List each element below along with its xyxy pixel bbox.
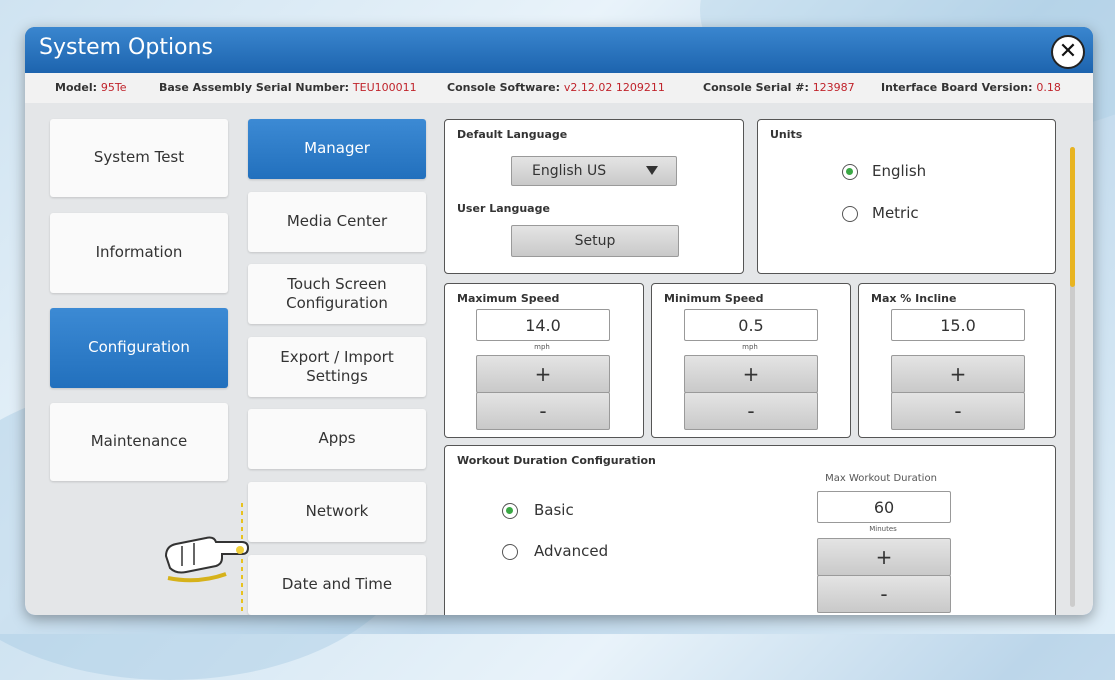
nav-information[interactable]: Information [50,213,228,293]
title-bar: System Options ✕ [25,27,1093,73]
maximum-speed-label: Maximum Speed [457,292,560,305]
base-serial-value: TEU100011 [352,81,417,94]
maximum-speed-value[interactable]: 14.0 [476,309,610,341]
interface-board-value: 0.18 [1036,81,1061,94]
subnav-network[interactable]: Network [248,482,426,542]
close-button[interactable]: ✕ [1051,35,1085,69]
units-english-radio[interactable] [842,164,858,180]
default-language-dropdown[interactable]: English US [511,156,677,186]
max-incline-minus-button[interactable]: - [891,392,1025,430]
hand-pointer-icon [160,498,250,615]
workout-basic-label: Basic [534,501,574,519]
workout-advanced-label: Advanced [534,542,609,560]
scrollbar-thumb[interactable] [1070,147,1075,287]
subnav-manager[interactable]: Manager [248,119,426,179]
maximum-speed-unit: mph [534,343,550,351]
max-workout-duration-value[interactable]: 60 [817,491,951,523]
setup-button[interactable]: Setup [511,225,679,257]
base-serial-label: Base Assembly Serial Number: [159,81,350,94]
workout-advanced-radio[interactable] [502,544,518,560]
subnav-touch-screen-configuration[interactable]: Touch Screen Configuration [248,264,426,324]
subnav-export-import-settings[interactable]: Export / Import Settings [248,337,426,397]
console-serial-label: Console Serial #: [703,81,809,94]
workout-duration-plus-button[interactable]: + [817,538,951,576]
max-incline-panel: Max % Incline 15.0 + - [858,283,1056,438]
nav-configuration[interactable]: Configuration [50,308,228,388]
system-options-window: System Options ✕ Model: 95Te Base Assemb… [25,27,1093,615]
minimum-speed-label: Minimum Speed [664,292,764,305]
content-scrollbar[interactable] [1070,147,1075,607]
subnav-media-center[interactable]: Media Center [248,192,426,252]
nav-system-test[interactable]: System Test [50,119,228,197]
max-incline-label: Max % Incline [871,292,957,305]
content-area: System Test Information Configuration Ma… [25,103,1093,615]
interface-board-info: Interface Board Version: 0.18 [881,81,1061,94]
interface-board-label: Interface Board Version: [881,81,1033,94]
model-info: Model: 95Te [55,81,126,94]
console-software-value: v2.12.02 1209211 [563,81,665,94]
units-label: Units [770,128,803,141]
console-serial-info: Console Serial #: 123987 [703,81,855,94]
close-icon: ✕ [1058,39,1078,64]
minimum-speed-minus-button[interactable]: - [684,392,818,430]
default-language-value: English US [532,163,607,179]
units-metric-radio[interactable] [842,206,858,222]
triangle-down-icon [646,166,658,175]
nav-maintenance[interactable]: Maintenance [50,403,228,481]
minimum-speed-unit: mph [742,343,758,351]
max-incline-plus-button[interactable]: + [891,355,1025,393]
model-value: 95Te [100,81,127,94]
console-software-label: Console Software: [447,81,561,94]
max-workout-duration-label: Max Workout Duration [825,473,937,484]
maximum-speed-panel: Maximum Speed 14.0 mph + - [444,283,644,438]
default-language-label: Default Language [457,128,568,141]
console-software-info: Console Software: v2.12.02 1209211 [447,81,665,94]
language-panel: Default Language English US User Languag… [444,119,744,274]
minimum-speed-plus-button[interactable]: + [684,355,818,393]
workout-duration-label: Workout Duration Configuration [457,454,656,467]
subnav-date-and-time[interactable]: Date and Time [248,555,426,615]
minimum-speed-panel: Minimum Speed 0.5 mph + - [651,283,851,438]
workout-basic-radio[interactable] [502,503,518,519]
subnav-apps[interactable]: Apps [248,409,426,469]
max-incline-value[interactable]: 15.0 [891,309,1025,341]
units-english-label: English [872,162,927,180]
model-label: Model: [55,81,98,94]
workout-duration-minus-button[interactable]: - [817,575,951,613]
window-title: System Options [39,35,213,60]
units-panel: Units English Metric [757,119,1056,274]
maximum-speed-plus-button[interactable]: + [476,355,610,393]
maximum-speed-minus-button[interactable]: - [476,392,610,430]
minimum-speed-value[interactable]: 0.5 [684,309,818,341]
user-language-label: User Language [457,202,550,215]
system-info-bar: Model: 95Te Base Assembly Serial Number:… [25,73,1093,103]
workout-duration-panel: Workout Duration Configuration Basic Adv… [444,445,1056,615]
base-serial-info: Base Assembly Serial Number: TEU100011 [159,81,417,94]
console-serial-value: 123987 [812,81,855,94]
max-workout-duration-unit: Minutes [869,525,897,533]
units-metric-label: Metric [872,204,919,222]
